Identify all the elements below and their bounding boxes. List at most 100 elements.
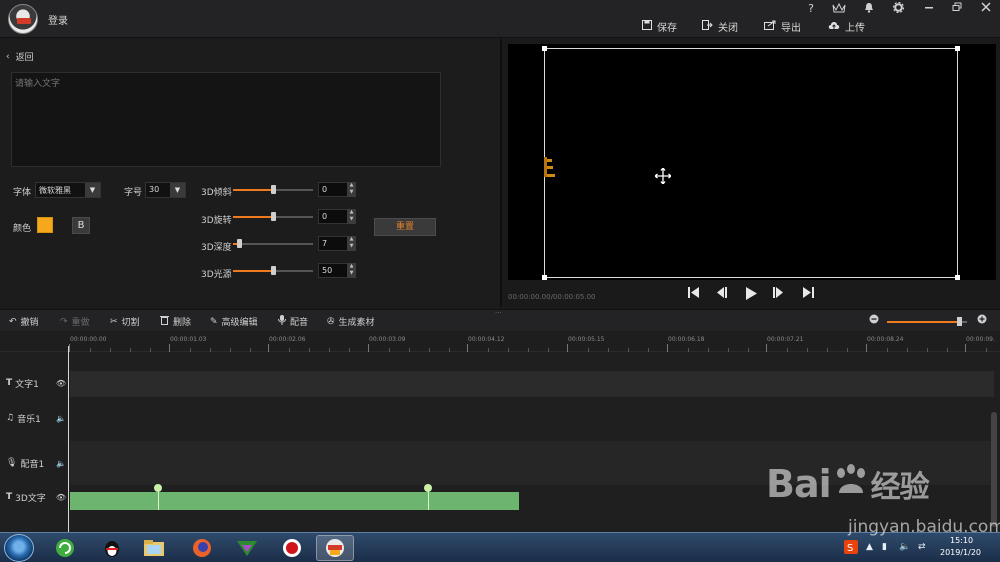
record-icon[interactable] — [273, 535, 311, 561]
keyframe-marker[interactable] — [424, 484, 432, 492]
back-button[interactable]: ‹ 返回 — [6, 50, 34, 64]
spin-depth[interactable]: 7 ▲ ▼ — [318, 236, 356, 251]
track-header-text[interactable]: T 文字1 👁 — [0, 376, 69, 390]
track-header-music[interactable]: ♫ 音乐1 🔈 — [0, 411, 69, 425]
ruler-tick-label: 00:00:09. — [966, 336, 995, 343]
back-label: 返回 — [15, 53, 34, 63]
track-name: 文字1 — [15, 379, 39, 390]
svg-text:S: S — [847, 543, 853, 554]
timeline-ruler[interactable]: 00:00:00.00 00:00:01.03 00:00:02.06 00:00:0… — [0, 331, 1000, 352]
move-icon[interactable] — [654, 167, 672, 188]
redo-label: 重做 — [71, 318, 90, 328]
text-input[interactable] — [11, 72, 441, 167]
video-app-icon[interactable] — [228, 535, 266, 561]
spin-tilt[interactable]: 0 ▲ ▼ — [318, 182, 356, 197]
3d-text-clip[interactable] — [70, 492, 519, 510]
slider-rotate[interactable] — [233, 212, 313, 221]
speaker-icon[interactable]: 🔈 — [56, 414, 66, 423]
spin-light[interactable]: 50 ▲ ▼ — [318, 263, 356, 278]
vip-icon[interactable] — [832, 2, 846, 17]
slider-label-depth: 3D深度 — [201, 243, 232, 253]
chevron-left-icon: ‹ — [6, 51, 10, 62]
slider-tilt[interactable] — [233, 185, 313, 194]
playhead[interactable] — [68, 346, 69, 532]
login-link[interactable]: 登录 — [48, 12, 68, 27]
keyframe-marker[interactable] — [154, 484, 162, 492]
clock-date[interactable]: 2019/1/20 — [940, 548, 981, 557]
export-button[interactable]: 导出 — [764, 19, 801, 34]
resize-handle[interactable] — [955, 275, 960, 280]
watermark-logo: Bai 经验 — [766, 462, 930, 506]
help-icon[interactable]: ? — [804, 2, 818, 15]
undo-button[interactable]: ↶ 撤销 — [9, 315, 39, 329]
zoom-out-icon[interactable] — [869, 314, 879, 324]
close-window-icon[interactable] — [979, 2, 993, 15]
color-picker[interactable] — [37, 217, 53, 233]
resize-handle[interactable] — [542, 46, 547, 51]
ruler-tick-label: 00:00:07.21 — [767, 336, 804, 343]
ruler-major-tick — [268, 344, 269, 352]
resize-handle[interactable] — [542, 275, 547, 280]
firefox-icon[interactable] — [183, 535, 221, 561]
size-select[interactable]: 30 ▼ — [145, 182, 186, 198]
export-icon — [764, 20, 776, 33]
track-name: 音乐1 — [17, 414, 41, 425]
current-app-icon[interactable] — [316, 535, 354, 561]
zoom-slider[interactable] — [887, 317, 967, 326]
dub-button[interactable]: 配音 — [278, 315, 308, 328]
font-value: 微软雅黑 — [39, 186, 71, 195]
save-label: 保存 — [657, 22, 677, 34]
slider-depth[interactable] — [233, 239, 313, 248]
watermark-url: jingyan.baidu.com — [848, 517, 1000, 537]
slider-light[interactable] — [233, 266, 313, 275]
font-select[interactable]: 微软雅黑 ▼ — [35, 182, 101, 198]
preview-canvas[interactable] — [508, 44, 996, 280]
ruler-tick-label: 00:00:06.18 — [668, 336, 705, 343]
bell-icon[interactable] — [862, 2, 876, 16]
pencil-icon: ✎ — [210, 316, 218, 327]
spin-value: 7 — [322, 239, 328, 248]
eye-icon[interactable]: 👁 — [56, 493, 66, 502]
speaker-icon[interactable]: 🔈 — [56, 459, 66, 468]
timeline-toolbar: ··· ↶ 撤销 ↷ 重做 ✂ 切割 删除 ✎ 高级编辑 配音 ✇ 生成素材 — [0, 309, 1000, 331]
file-explorer-icon[interactable] — [135, 535, 173, 561]
eye-icon[interactable]: 👁 — [56, 379, 66, 388]
skip-end-icon[interactable] — [803, 287, 814, 301]
reset-button[interactable]: 重置 — [374, 218, 436, 236]
close-button[interactable]: 关闭 — [702, 19, 738, 34]
film-reel-icon: ✇ — [327, 316, 335, 327]
minimize-icon[interactable] — [922, 2, 936, 15]
3d-text-fragment — [544, 157, 555, 177]
ruler-tick-label: 00:00:04.12 — [468, 336, 505, 343]
track-lane-text[interactable] — [70, 371, 994, 397]
resize-handle[interactable] — [955, 46, 960, 51]
bold-button[interactable]: B — [72, 217, 90, 234]
restore-icon[interactable] — [950, 2, 964, 15]
start-button[interactable] — [4, 534, 34, 562]
save-button[interactable]: 保存 — [642, 19, 677, 34]
skip-start-icon[interactable] — [688, 287, 699, 301]
ruler-tick-label: 00:00:05.15 — [568, 336, 605, 343]
refresh-app-icon[interactable] — [46, 535, 84, 561]
spin-rotate[interactable]: 0 ▲ ▼ — [318, 209, 356, 224]
generate-material-button[interactable]: ✇ 生成素材 — [327, 315, 375, 329]
redo-button[interactable]: ↷ 重做 — [60, 315, 90, 329]
text-bounding-frame[interactable] — [542, 46, 960, 280]
text-track-icon: T — [6, 378, 13, 388]
splitter-grip[interactable]: ··· — [495, 309, 502, 317]
cloud-upload-icon — [828, 20, 840, 33]
track-header-3d-text[interactable]: T 3D文字 👁 — [0, 490, 69, 504]
gear-icon[interactable] — [891, 1, 905, 16]
app-window: 登录 ? 保存 关闭 导出 上传 ‹ 返回 请输入文字 字体 微软雅黑 ▼ 字号… — [0, 0, 1000, 562]
cut-button[interactable]: ✂ 切割 — [110, 315, 140, 329]
spin-arrows-icon: ▲ ▼ — [347, 182, 356, 197]
track-header-voice[interactable]: 🎙 配音1 🔈 — [0, 456, 69, 470]
upload-button[interactable]: 上传 — [828, 19, 865, 34]
step-forward-icon[interactable] — [773, 287, 785, 301]
play-icon[interactable] — [745, 287, 757, 303]
advanced-edit-button[interactable]: ✎ 高级编辑 — [210, 315, 258, 329]
delete-button[interactable]: 删除 — [160, 315, 191, 328]
qq-penguin-icon[interactable] — [93, 535, 131, 561]
zoom-in-icon[interactable] — [977, 314, 987, 324]
step-back-icon[interactable] — [716, 287, 728, 301]
